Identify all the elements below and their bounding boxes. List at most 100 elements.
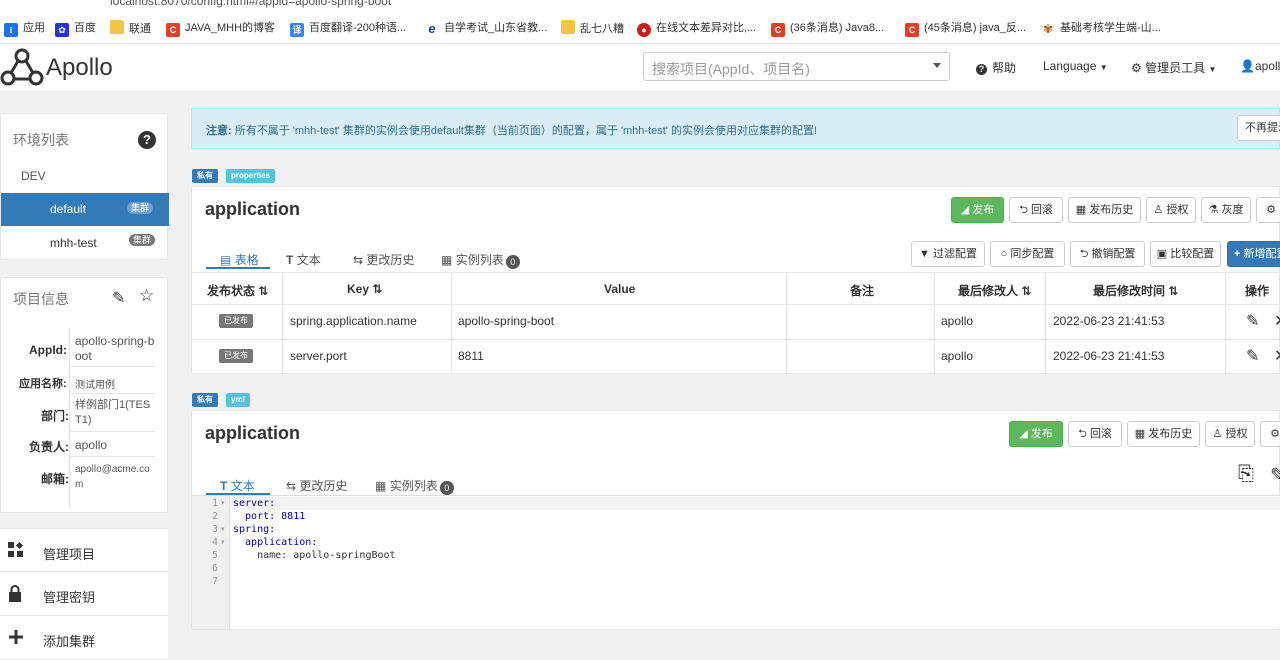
- bookmark-liantong[interactable]: 联通: [110, 20, 151, 36]
- bookmark-java-reflect[interactable]: C (45条消息) java_反...: [905, 20, 1026, 37]
- table-icon: ▤: [220, 253, 232, 267]
- env-dev[interactable]: DEV: [21, 169, 46, 183]
- help-link[interactable]: ? 帮助: [976, 59, 1016, 76]
- settings-button[interactable]: ⚙: [1260, 421, 1280, 447]
- user-icon: 👤: [1240, 59, 1255, 73]
- code-line: spring:: [233, 524, 276, 535]
- private-tag: 私有: [192, 169, 218, 183]
- edit-icon[interactable]: ✎: [112, 288, 125, 308]
- bookmark-text-diff[interactable]: ● 在线文本差异对比,...: [637, 20, 756, 37]
- row-value: 8811: [458, 349, 484, 363]
- tab-instances[interactable]: ▦ 实例列表 0: [375, 477, 454, 495]
- row-modifier: apollo: [941, 349, 974, 363]
- private-tag: 私有: [192, 393, 218, 407]
- fold-icon[interactable]: ▾: [221, 499, 225, 507]
- sync-config-button[interactable]: ○ 同步配置: [990, 241, 1065, 267]
- flask-icon: ⚗: [1208, 204, 1219, 216]
- cluster-mhh-test[interactable]: mhh-test 集群: [1, 227, 169, 260]
- fold-icon[interactable]: ▾: [221, 525, 225, 533]
- bookmark-apps[interactable]: ⁝ 应用: [4, 20, 45, 37]
- bookmark-csdn-blog[interactable]: C JAVA_MHH的博客: [166, 20, 275, 37]
- notice-prefix: 注意:: [206, 125, 232, 137]
- star-icon[interactable]: ☆: [139, 286, 154, 306]
- menu-manage-secret[interactable]: 管理密钥: [0, 572, 168, 616]
- yml-code-editor[interactable]: 1 ▾ server: 2 port: 8811 3 ▾ spring: 4 ▾…: [192, 495, 1280, 629]
- col-modifier[interactable]: 最后修改人 ⇅: [958, 282, 1031, 299]
- namespace-properties-panel: application ◢ 发布 ⮌ 回滚 ▦ 发布历史 ♙ 授权 ⚗ 灰度 ⚙…: [191, 186, 1280, 375]
- tab-change-history[interactable]: ⇆ 更改历史: [353, 251, 414, 268]
- bookmark-misc[interactable]: 乱七八糟: [561, 20, 624, 36]
- filter-config-button[interactable]: ▼ 过滤配置: [911, 241, 985, 267]
- authorize-button[interactable]: ♙ 授权: [1146, 197, 1196, 223]
- folder-icon: [561, 20, 575, 34]
- dismiss-notice-button[interactable]: 不再提示: [1237, 115, 1280, 141]
- menu-manage-project[interactable]: 管理项目: [0, 528, 168, 572]
- code-line: application:: [233, 537, 318, 548]
- bookmark-exam[interactable]: ✾ 基础考核学生端-山...: [1041, 20, 1161, 36]
- namespace-title: application: [205, 199, 301, 219]
- bookmark-java8[interactable]: C (36条消息) Java8...: [771, 20, 884, 37]
- line-number: 6: [211, 563, 218, 574]
- language-dropdown[interactable]: Language ▼: [1043, 59, 1108, 73]
- settings-button[interactable]: ⚙: [1256, 197, 1280, 223]
- publish-button[interactable]: ◢ 发布: [1009, 421, 1063, 447]
- top-header: Apollo 搜索项目(AppId、项目名) ? 帮助 Language ▼ ⚙ …: [0, 44, 1280, 92]
- delete-icon[interactable]: ✕: [1274, 311, 1280, 331]
- user-icon: ♙: [1153, 204, 1164, 216]
- cluster-default[interactable]: default 集群: [1, 193, 169, 226]
- compare-config-button[interactable]: ▣ 比较配置: [1150, 241, 1221, 267]
- tab-text[interactable]: T 文本: [220, 477, 255, 494]
- rollback-button[interactable]: ⮌ 回滚: [1009, 197, 1063, 223]
- col-status[interactable]: 发布状态 ⇅: [207, 282, 268, 299]
- bookmark-self-exam[interactable]: e 自学考试_山东省教...: [425, 20, 547, 36]
- tab-instances[interactable]: ▦ 实例列表 0: [441, 251, 520, 269]
- publish-history-button[interactable]: ▦ 发布历史: [1127, 421, 1200, 447]
- authorize-button[interactable]: ♙ 授权: [1205, 421, 1255, 447]
- edit-icon[interactable]: ✎: [1246, 346, 1259, 366]
- publish-history-button[interactable]: ▦ 发布历史: [1068, 197, 1141, 223]
- col-value: Value: [604, 282, 636, 296]
- fold-icon[interactable]: ▾: [221, 538, 225, 546]
- browser-address-bar[interactable]: localhost:8070/config.html#/appid=apollo…: [0, 0, 1280, 10]
- row-time: 2022-06-23 21:41:53: [1053, 314, 1165, 328]
- col-comment: 备注: [850, 284, 875, 298]
- menu-add-cluster[interactable]: 添加集群: [0, 616, 168, 660]
- add-config-button[interactable]: + 新增配置: [1227, 241, 1280, 267]
- app-logo-text[interactable]: Apollo: [46, 54, 113, 82]
- file-icon: ▣: [1156, 248, 1168, 260]
- owner-label: 负责人:: [29, 440, 69, 454]
- col-key[interactable]: Key ⇅: [347, 282, 382, 296]
- edit-icon[interactable]: ✎: [1246, 311, 1259, 331]
- line-number: 4: [211, 537, 218, 548]
- line-number: 1: [211, 498, 218, 509]
- send-icon: ◢: [1019, 428, 1028, 440]
- apps-icon: ⁝: [4, 23, 18, 37]
- publish-button[interactable]: ◢ 发布: [951, 197, 1004, 223]
- code-line: server:: [233, 498, 276, 509]
- help-icon[interactable]: ?: [138, 131, 156, 149]
- copy-icon[interactable]: ⎘: [1238, 463, 1254, 486]
- instances-count-badge: 0: [439, 481, 454, 495]
- tab-table[interactable]: ▤ 表格: [220, 251, 259, 268]
- tab-change-history[interactable]: ⇆ 更改历史: [286, 477, 347, 494]
- user-menu[interactable]: 👤apollo: [1240, 59, 1280, 73]
- url-text: localhost:8070/config.html#/appid=apollo…: [110, 0, 392, 8]
- list-icon: ▦: [441, 253, 453, 267]
- bookmark-baidu[interactable]: ✿ 百度: [55, 20, 96, 37]
- line-number: 5: [211, 550, 218, 561]
- rollback-button[interactable]: ⮌ 回滚: [1068, 421, 1122, 447]
- csdn-icon: C: [771, 23, 785, 37]
- gray-release-button[interactable]: ⚗ 灰度: [1201, 197, 1251, 223]
- translate-icon: 译: [290, 23, 304, 37]
- admin-tools-dropdown[interactable]: ⚙ 管理员工具 ▼: [1131, 59, 1216, 76]
- sort-icon: ⇅: [1021, 284, 1032, 298]
- bookmark-baidu-translate[interactable]: 译百度翻译-200种语...: [290, 20, 406, 37]
- delete-icon[interactable]: ✕: [1274, 346, 1280, 366]
- edit-text-icon[interactable]: ✎: [1270, 463, 1280, 488]
- folder-icon: [110, 20, 124, 34]
- search-input[interactable]: 搜索项目(AppId、项目名): [643, 52, 950, 81]
- revoke-config-button[interactable]: ⮌ 撤销配置: [1070, 241, 1145, 267]
- tab-text[interactable]: T 文本: [286, 251, 321, 268]
- email-label: 邮箱:: [41, 472, 69, 486]
- col-time[interactable]: 最后修改时间 ⇅: [1093, 282, 1178, 299]
